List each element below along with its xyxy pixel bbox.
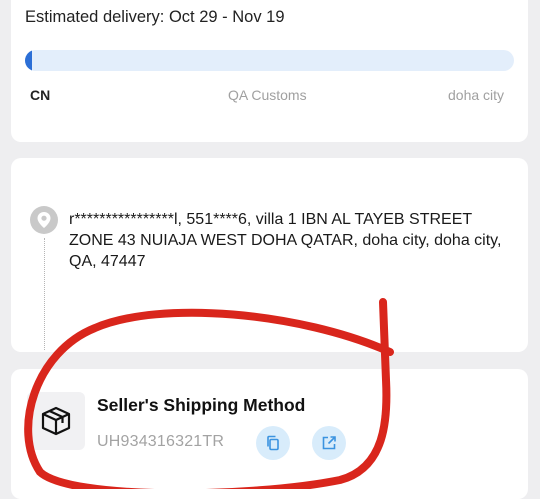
stage-destination-label: doha city: [448, 87, 505, 103]
address-card: r****************l, 551****6, villa 1 IB…: [11, 158, 528, 352]
shipping-method-card: Seller's Shipping Method UH934316321TR: [11, 369, 528, 499]
delivery-progress-bar: [25, 50, 514, 71]
shipping-method-title: Seller's Shipping Method: [97, 395, 306, 415]
shipping-address: r****************l, 551****6, villa 1 IB…: [69, 211, 502, 270]
timeline-connector: [44, 238, 45, 350]
delivery-card: Estimated delivery: Oct 29 - Nov 19 CN Q…: [11, 0, 528, 142]
package-box-icon: [27, 392, 85, 450]
track-externally-button[interactable]: [312, 426, 346, 460]
location-pin-icon: [30, 206, 58, 234]
estimated-delivery-text: Estimated delivery: Oct 29 - Nov 19: [25, 8, 285, 26]
tracking-number: UH934316321TR: [97, 433, 225, 450]
copy-icon: [267, 435, 279, 451]
stage-origin-label: CN: [30, 87, 51, 103]
copy-tracking-button[interactable]: [256, 426, 290, 460]
delivery-progress-fill: [25, 50, 33, 71]
stage-customs-label: QA Customs: [228, 87, 307, 103]
external-link-icon: [322, 436, 336, 450]
